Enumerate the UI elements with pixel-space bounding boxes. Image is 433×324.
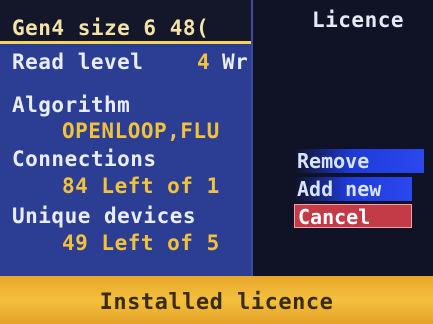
connections-label: Connections xyxy=(12,147,157,171)
unique-devices-label: Unique devices xyxy=(12,204,197,228)
licence-info-panel: Gen4 size 6 48( Read level 4 Wr Algorith… xyxy=(0,0,255,276)
menu-item-cancel[interactable]: Cancel xyxy=(294,204,412,229)
connections-value: 84 Left of 1 xyxy=(62,174,220,198)
licence-menu-title: Licence xyxy=(312,8,405,32)
algorithm-label: Algorithm xyxy=(12,93,131,117)
licence-menu-panel xyxy=(251,0,433,276)
status-text: Installed licence xyxy=(99,290,334,315)
read-level-label: Read level xyxy=(12,50,144,74)
device-screen: Gen4 size 6 48( Read level 4 Wr Algorith… xyxy=(0,0,433,324)
menu-item-label: Remove xyxy=(297,149,370,173)
read-level-value: 4 xyxy=(197,50,211,74)
unique-devices-value: 49 Left of 5 xyxy=(62,231,220,255)
menu-item-add-new[interactable]: Add new xyxy=(294,177,412,201)
status-bar: Installed licence xyxy=(0,276,433,324)
device-header: Gen4 size 6 48( xyxy=(12,16,210,40)
algorithm-value: OPENLOOP,FLU xyxy=(62,119,220,143)
header-band: Gen4 size 6 48( xyxy=(0,0,255,44)
menu-item-label: Add new xyxy=(297,177,382,201)
menu-item-label: Cancel xyxy=(298,205,371,229)
menu-item-remove[interactable]: Remove xyxy=(294,149,424,173)
read-level-suffix: Wr xyxy=(222,50,249,74)
